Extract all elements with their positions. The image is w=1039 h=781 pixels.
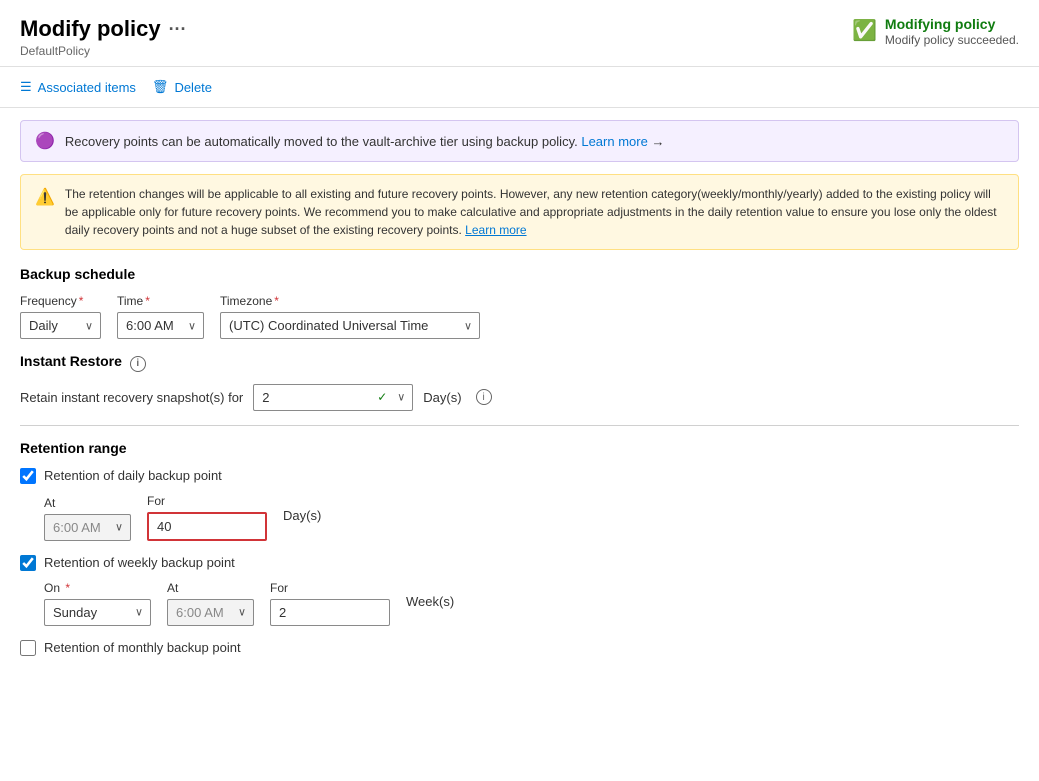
daily-days-label: Day(s) <box>283 508 321 527</box>
main-content: 🟣 Recovery points can be automatically m… <box>0 108 1039 781</box>
snapshot-days-label: Day(s) <box>423 390 461 405</box>
timezone-select[interactable]: (UTC) Coordinated Universal Time <box>220 312 480 339</box>
instant-restore-title: Instant Restore i <box>20 353 1019 372</box>
monthly-retention-checkbox[interactable] <box>20 640 36 656</box>
frequency-select-wrapper: Daily Weekly <box>20 312 101 339</box>
weekly-for-label: For <box>270 581 390 595</box>
monthly-retention-checkbox-row: Retention of monthly backup point <box>20 640 1019 656</box>
page-title-text: Modify policy <box>20 16 161 42</box>
weekly-weeks-label: Week(s) <box>406 594 454 613</box>
weekly-on-label: On * <box>44 581 151 595</box>
status-message: Modify policy succeeded. <box>885 33 1019 47</box>
weekly-on-group: On * Sunday Monday Tuesday Wednesday Thu… <box>44 581 151 626</box>
monthly-retention-label: Retention of monthly backup point <box>44 640 241 655</box>
instant-restore-section: Instant Restore i Retain instant recover… <box>20 353 1019 411</box>
status-title: Modifying policy <box>885 16 1019 32</box>
daily-for-input[interactable] <box>147 512 267 541</box>
frequency-label: Frequency* <box>20 294 101 308</box>
time-select[interactable]: 6:00 AM <box>117 312 204 339</box>
weekly-on-select[interactable]: Sunday Monday Tuesday Wednesday Thursday… <box>44 599 151 626</box>
retention-divider <box>20 425 1019 426</box>
list-icon: ☰ <box>20 79 32 95</box>
warning-icon: ⚠️ <box>35 186 55 239</box>
status-text: Modifying policy Modify policy succeeded… <box>885 16 1019 47</box>
retention-range-title: Retention range <box>20 440 1019 456</box>
associated-items-label: Associated items <box>38 80 136 95</box>
header-right: ✅ Modifying policy Modify policy succeed… <box>852 16 1019 47</box>
frequency-select[interactable]: Daily Weekly <box>20 312 101 339</box>
page-title: Modify policy ··· <box>20 16 187 42</box>
instant-restore-row: Retain instant recovery snapshot(s) for … <box>20 384 1019 411</box>
daily-at-label: At <box>44 496 131 510</box>
weekly-at-label: At <box>167 581 254 595</box>
instant-restore-info-icon[interactable]: i <box>130 356 146 372</box>
timezone-group: Timezone* (UTC) Coordinated Universal Ti… <box>220 294 480 339</box>
archive-banner-text: Recovery points can be automatically mov… <box>65 134 665 149</box>
weekly-at-group: At 6:00 AM <box>167 581 254 626</box>
archive-learn-more-link[interactable]: Learn more <box>581 134 651 149</box>
header: Modify policy ··· DefaultPolicy ✅ Modify… <box>0 0 1039 67</box>
more-options-icon[interactable]: ··· <box>169 19 187 40</box>
daily-at-group: At 6:00 AM <box>44 496 131 541</box>
weekly-retention-label: Retention of weekly backup point <box>44 555 235 570</box>
daily-at-select[interactable]: 6:00 AM <box>44 514 131 541</box>
daily-for-label: For <box>147 494 267 508</box>
daily-for-group: For <box>147 494 267 541</box>
page-container: Modify policy ··· DefaultPolicy ✅ Modify… <box>0 0 1039 781</box>
header-left: Modify policy ··· DefaultPolicy <box>20 16 187 58</box>
retention-range-section: Retention range Retention of daily backu… <box>20 440 1019 656</box>
archive-info-banner: 🟣 Recovery points can be automatically m… <box>20 120 1019 162</box>
retain-snapshots-label: Retain instant recovery snapshot(s) for <box>20 390 243 405</box>
delete-label: Delete <box>174 80 212 95</box>
warning-learn-more-link[interactable]: Learn more <box>465 223 526 237</box>
timezone-select-wrapper: (UTC) Coordinated Universal Time <box>220 312 480 339</box>
snapshot-days-select[interactable]: 2 1 3 4 5 <box>253 384 413 411</box>
daily-retention-label: Retention of daily backup point <box>44 468 222 483</box>
schedule-form-row: Frequency* Daily Weekly Time* <box>20 294 1019 339</box>
success-icon: ✅ <box>852 18 877 43</box>
timezone-label: Timezone* <box>220 294 480 308</box>
backup-schedule-title: Backup schedule <box>20 266 1019 282</box>
status-success-banner: ✅ Modifying policy Modify policy succeed… <box>852 16 1019 47</box>
daily-retention-checkbox-row: Retention of daily backup point <box>20 468 1019 484</box>
snapshot-select-wrapper: 2 1 3 4 5 ✓ <box>253 384 413 411</box>
weekly-at-select[interactable]: 6:00 AM <box>167 599 254 626</box>
time-label: Time* <box>117 294 204 308</box>
delete-button[interactable]: 🗑 Delete <box>152 75 212 99</box>
page-subtitle: DefaultPolicy <box>20 44 187 58</box>
associated-items-button[interactable]: ☰ Associated items <box>20 75 136 99</box>
frequency-group: Frequency* Daily Weekly <box>20 294 101 339</box>
warning-text: The retention changes will be applicable… <box>65 185 1004 239</box>
daily-retention-checkbox[interactable] <box>20 468 36 484</box>
archive-icon: 🟣 <box>35 131 55 151</box>
weekly-retention-checkbox[interactable] <box>20 555 36 571</box>
warning-banner: ⚠️ The retention changes will be applica… <box>20 174 1019 250</box>
daily-retention-fields: At 6:00 AM For Day(s) <box>44 494 1019 541</box>
snapshot-days-info-icon[interactable]: i <box>476 389 492 405</box>
weekly-for-input[interactable] <box>270 599 390 626</box>
time-group: Time* 6:00 AM <box>117 294 204 339</box>
backup-schedule-section: Backup schedule Frequency* Daily Weekly <box>20 266 1019 339</box>
delete-icon: 🗑 <box>152 79 169 95</box>
time-select-wrapper: 6:00 AM <box>117 312 204 339</box>
weekly-retention-checkbox-row: Retention of weekly backup point <box>20 555 1019 571</box>
weekly-for-group: For <box>270 581 390 626</box>
toolbar: ☰ Associated items 🗑 Delete <box>0 67 1039 108</box>
weekly-retention-fields: On * Sunday Monday Tuesday Wednesday Thu… <box>44 581 1019 626</box>
